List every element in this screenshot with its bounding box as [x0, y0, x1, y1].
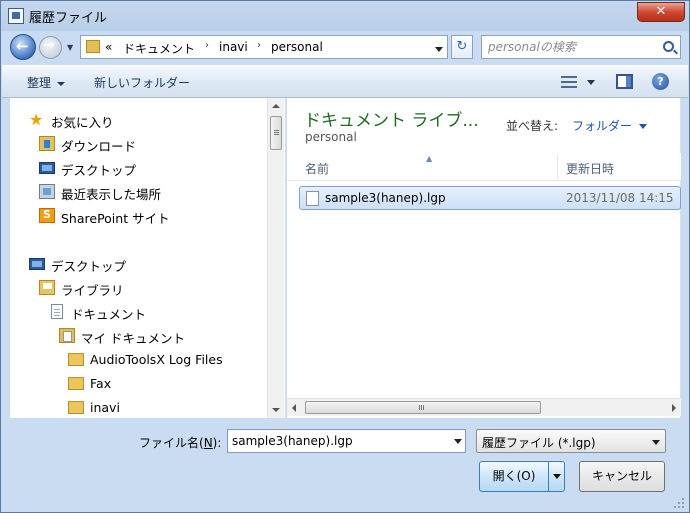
filename-combobox[interactable] — [227, 429, 466, 453]
file-type-select[interactable]: 履歴ファイル (*.lgp) — [476, 429, 666, 453]
scroll-left-icon[interactable] — [292, 404, 296, 412]
column-header-row: ▲ 名前 更新日時 — [287, 153, 681, 181]
nav-item-label: マイ ドキュメント — [81, 331, 185, 346]
preview-pane-icon[interactable] — [616, 74, 633, 89]
scroll-up-icon[interactable] — [272, 104, 280, 108]
nav-item-label: Fax — [90, 376, 112, 391]
search-icon[interactable] — [663, 41, 674, 52]
desktop-icon — [39, 162, 55, 174]
resize-grip-icon[interactable] — [673, 497, 685, 509]
file-date-modified: 2013/11/08 14:15 — [566, 191, 674, 205]
close-button[interactable]: ✕ — [637, 2, 685, 22]
breadcrumb-overflow[interactable]: « — [105, 40, 112, 54]
arrange-by-dropdown[interactable]: フォルダー — [572, 117, 648, 134]
chevron-down-icon — [57, 81, 66, 86]
nav-item-label: デスクトップ — [61, 163, 137, 178]
chevron-down-icon — [652, 440, 660, 445]
nav-item-label: ドキュメント — [71, 307, 147, 322]
breadcrumb-separator[interactable]: › — [205, 40, 209, 51]
search-input[interactable] — [488, 39, 658, 55]
organize-label: 整理 — [27, 76, 52, 90]
horizontal-scrollbar[interactable] — [287, 398, 681, 416]
column-header-name[interactable]: 名前 — [305, 160, 329, 177]
search-box[interactable] — [481, 35, 681, 59]
refresh-button[interactable]: ↻ — [451, 35, 473, 59]
nav-item-label: ライブラリ — [61, 283, 124, 298]
folder-icon — [86, 40, 100, 53]
address-dropdown-icon[interactable] — [435, 47, 443, 52]
file-list-pane: ドキュメント ライブ... personal 並べ替え: フォルダー ▲ 名前 … — [287, 98, 681, 418]
column-header-date-modified[interactable]: 更新日時 — [566, 160, 614, 177]
column-divider[interactable] — [557, 155, 558, 179]
libraries-icon — [39, 280, 55, 295]
folder-icon — [68, 353, 84, 366]
scroll-thumb[interactable] — [305, 401, 541, 414]
folder-icon — [68, 377, 84, 390]
address-row: ▼ « ドキュメント › inavi › personal ↻ — [1, 31, 689, 63]
sharepoint-icon — [39, 208, 55, 223]
breadcrumb-inavi[interactable]: inavi — [219, 40, 248, 54]
file-row[interactable]: sample3(hanep).lgp 2013/11/08 14:15 — [299, 186, 681, 210]
command-toolbar: 整理 新しいフォルダー ? — [2, 65, 688, 98]
filename-dropdown-icon[interactable] — [454, 439, 462, 444]
nav-item-label: inavi — [90, 400, 120, 415]
back-button[interactable] — [10, 34, 36, 60]
cancel-button[interactable]: キャンセル — [579, 461, 665, 492]
help-icon[interactable]: ? — [652, 73, 669, 90]
scroll-right-icon[interactable] — [672, 404, 676, 412]
file-open-dialog: 履歴ファイル ✕ ▼ « ドキュメント › inavi › personal ↻… — [0, 0, 690, 513]
downloads-folder-icon — [39, 136, 55, 151]
app-icon — [8, 8, 24, 24]
documents-icon — [51, 304, 63, 319]
address-bar[interactable]: « ドキュメント › inavi › personal — [80, 35, 448, 59]
star-icon: ★ — [29, 110, 44, 129]
file-name: sample3(hanep).lgp — [325, 191, 446, 205]
navigation-pane: ★ お気に入り ダウンロード デスクトップ 最近表示した場所 SharePoin… — [10, 98, 286, 418]
forward-button[interactable] — [39, 36, 62, 59]
scroll-thumb[interactable] — [270, 116, 282, 150]
nav-item-label: 最近表示した場所 — [61, 187, 162, 202]
view-options-dropdown[interactable] — [587, 80, 595, 85]
arrange-by-label: 並べ替え: — [506, 119, 559, 133]
nav-item-label: お気に入り — [51, 115, 114, 130]
chevron-down-icon — [639, 124, 648, 129]
window-title: 履歴ファイル — [29, 11, 108, 26]
sort-ascending-icon: ▲ — [426, 154, 433, 163]
breadcrumb-personal[interactable]: personal — [271, 40, 323, 54]
navigation-scrollbar[interactable] — [267, 98, 284, 418]
scroll-down-icon[interactable] — [272, 408, 280, 412]
nav-item-label: SharePoint サイト — [61, 211, 170, 226]
breadcrumb-documents[interactable]: ドキュメント — [123, 40, 195, 57]
library-title: ドキュメント ライブ... — [304, 111, 479, 131]
recent-places-icon — [39, 184, 55, 199]
organize-button[interactable]: 整理 — [27, 74, 66, 91]
file-type-value: 履歴ファイル (*.lgp) — [482, 436, 596, 450]
folder-icon — [68, 401, 84, 414]
new-folder-button[interactable]: 新しいフォルダー — [94, 74, 190, 91]
library-subtitle: personal — [305, 130, 357, 144]
nav-item-label: AudioToolsX Log Files — [90, 352, 223, 367]
arrange-by-value: フォルダー — [572, 119, 633, 133]
open-button[interactable]: 開く(O) — [479, 461, 549, 492]
filename-input[interactable] — [232, 433, 442, 449]
recent-pages-dropdown[interactable]: ▼ — [67, 43, 75, 52]
open-options-dropdown[interactable] — [548, 461, 565, 492]
nav-item-label: ダウンロード — [61, 139, 137, 154]
desktop-icon — [29, 258, 45, 270]
view-options-icon[interactable] — [561, 75, 577, 89]
filename-label: ファイル名(N): — [139, 436, 222, 450]
nav-item-label: デスクトップ — [51, 259, 127, 274]
title-bar: 履歴ファイル ✕ — [1, 1, 689, 31]
my-documents-icon — [59, 328, 75, 343]
file-icon — [306, 191, 319, 206]
breadcrumb-separator[interactable]: › — [257, 40, 261, 51]
